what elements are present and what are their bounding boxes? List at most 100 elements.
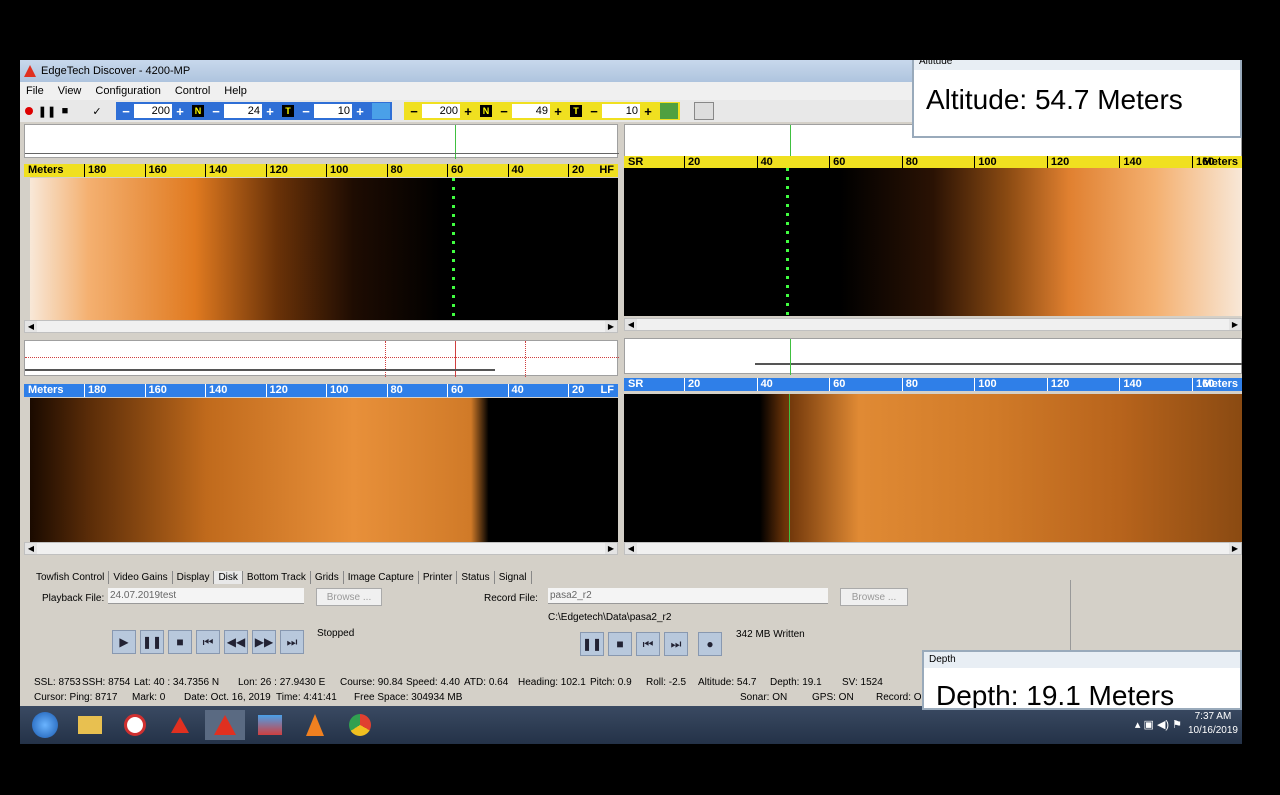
skip-end-icon: ⏭: [670, 636, 682, 651]
tray-icons[interactable]: ▴ ▣ ◀) ⚑: [1135, 718, 1182, 731]
lf-t-plus-button[interactable]: +: [640, 104, 656, 119]
lf-t-minus-button[interactable]: −: [586, 104, 602, 119]
hf-t-value[interactable]: 10: [314, 104, 352, 118]
lf-stbd-scrollbar[interactable]: ◀ ▶: [624, 542, 1242, 555]
hf-range-minus-button[interactable]: −: [118, 104, 134, 119]
menu-control[interactable]: Control: [169, 85, 218, 97]
hf-n-minus-button[interactable]: −: [208, 104, 224, 119]
menu-file[interactable]: File: [20, 85, 52, 97]
scroll-right-icon[interactable]: ▶: [1229, 319, 1241, 330]
record-button[interactable]: [20, 103, 38, 119]
menu-configuration[interactable]: Configuration: [89, 85, 168, 97]
hf-t-minus-button[interactable]: −: [298, 104, 314, 119]
menu-help[interactable]: Help: [218, 85, 255, 97]
taskbar-chrome[interactable]: [340, 710, 380, 740]
tab-signal[interactable]: Signal: [495, 571, 532, 584]
apply-button[interactable]: ✓: [88, 103, 106, 119]
taskbar-vlc[interactable]: [295, 710, 335, 740]
ruler-tick-label: 80: [386, 384, 403, 397]
edgetech-logo-icon: [24, 65, 36, 77]
record-prev-button[interactable]: ⏮: [636, 632, 660, 656]
scroll-left-icon[interactable]: ◀: [25, 543, 37, 554]
tab-image-capture[interactable]: Image Capture: [344, 571, 419, 584]
altitude-popup-value: Altitude: 54.7 Meters: [926, 84, 1183, 115]
sv-readout: SV: 1524: [842, 677, 883, 688]
record-dot-icon: ●: [706, 637, 714, 651]
hf-range-value[interactable]: 200: [134, 104, 172, 118]
lf-palette-icon[interactable]: [660, 103, 678, 119]
ruler-end-label: HF: [599, 164, 614, 176]
playback-rewind-button[interactable]: ◀◀: [224, 630, 248, 654]
playback-browse-button[interactable]: Browse ...: [316, 588, 382, 606]
scroll-right-icon[interactable]: ▶: [605, 321, 617, 332]
hf-n-plus-button[interactable]: +: [262, 104, 278, 119]
layout-grid-icon[interactable]: [694, 102, 714, 120]
lf-range-plus-button[interactable]: +: [460, 104, 476, 119]
record-pause-button[interactable]: ❚❚: [580, 632, 604, 656]
playback-file-field[interactable]: 24.07.2019test: [108, 588, 304, 604]
record-browse-button[interactable]: Browse ...: [840, 588, 908, 606]
hf-stbd-scrollbar[interactable]: ◀ ▶: [624, 318, 1242, 331]
play-icon: ▶: [119, 635, 129, 649]
record-start-button[interactable]: ●: [698, 632, 722, 656]
control-tabs: Towfish Control Video Gains Display Disk…: [32, 568, 532, 584]
ruler-tick-label: 60: [829, 378, 845, 391]
scroll-right-icon[interactable]: ▶: [1229, 543, 1241, 554]
lf-n-plus-button[interactable]: +: [550, 104, 566, 119]
lf-port-scrollbar[interactable]: ◀ ▶: [24, 542, 618, 555]
lf-t-value[interactable]: 10: [602, 104, 640, 118]
tab-grids[interactable]: Grids: [311, 571, 344, 584]
record-stop-button[interactable]: ■: [608, 632, 632, 656]
record-file-field[interactable]: pasa2_r2: [548, 588, 828, 604]
playback-last-button[interactable]: ⏭: [280, 630, 304, 654]
taskbar-target-app[interactable]: [115, 710, 155, 740]
lf-n-value[interactable]: 49: [512, 104, 550, 118]
system-clock[interactable]: 7:37 AM 10/16/2019: [1188, 710, 1238, 738]
tab-bottom-track[interactable]: Bottom Track: [243, 571, 311, 584]
scroll-left-icon[interactable]: ◀: [625, 543, 637, 554]
tab-video-gains[interactable]: Video Gains: [109, 571, 173, 584]
record-status: Record: O: [876, 692, 922, 703]
ssl-readout: SSL: 8753: [34, 677, 81, 688]
hf-range-plus-button[interactable]: +: [172, 104, 188, 119]
ruler-tick-label: 160: [144, 384, 167, 397]
hf-port-scrollbar[interactable]: ◀ ▶: [24, 320, 618, 333]
lf-range-value[interactable]: 200: [422, 104, 460, 118]
playback-pause-button[interactable]: ❚❚: [140, 630, 164, 654]
hf-palette-icon[interactable]: [372, 103, 390, 119]
taskbar-plot-app[interactable]: [250, 710, 290, 740]
menu-view[interactable]: View: [52, 85, 90, 97]
tab-disk[interactable]: Disk: [214, 571, 243, 584]
tab-status[interactable]: Status: [457, 571, 495, 584]
ruler-start-label: Meters: [28, 384, 64, 396]
altitude-popup[interactable]: Altitude Altitude: 54.7 Meters: [912, 60, 1242, 138]
tab-towfish-control[interactable]: Towfish Control: [32, 571, 110, 584]
lf-n-minus-button[interactable]: −: [496, 104, 512, 119]
pause-button[interactable]: ❚❚: [38, 103, 56, 119]
hf-port-range-ruler: Meters 180 160 140 120 100 80 60 40 20 HF: [24, 164, 618, 177]
scroll-left-icon[interactable]: ◀: [625, 319, 637, 330]
taskbar-edgetech-2[interactable]: [205, 710, 245, 740]
tab-printer[interactable]: Printer: [419, 571, 458, 584]
hf-t-plus-button[interactable]: +: [352, 104, 368, 119]
hf-n-value[interactable]: 24: [224, 104, 262, 118]
playback-first-button[interactable]: ⏮: [196, 630, 220, 654]
taskbar-edgetech-1[interactable]: [160, 710, 200, 740]
start-button[interactable]: [25, 710, 65, 740]
taskbar-explorer[interactable]: [70, 710, 110, 740]
vlc-icon: [306, 714, 324, 736]
scroll-right-icon[interactable]: ▶: [605, 543, 617, 554]
tab-display[interactable]: Display: [173, 571, 215, 584]
depth-popup[interactable]: Depth Depth: 19.1 Meters: [922, 650, 1242, 710]
windows-logo-icon: [32, 712, 58, 738]
playback-play-button[interactable]: ▶: [112, 630, 136, 654]
lf-range-minus-button[interactable]: −: [406, 104, 422, 119]
ruler-tick-label: 140: [1119, 378, 1142, 391]
playback-forward-button[interactable]: ▶▶: [252, 630, 276, 654]
scroll-left-icon[interactable]: ◀: [25, 321, 37, 332]
record-next-button[interactable]: ⏭: [664, 632, 688, 656]
stop-icon: ■: [176, 635, 184, 649]
skip-end-icon: ⏭: [286, 634, 298, 649]
playback-stop-button[interactable]: ■: [168, 630, 192, 654]
stop-button[interactable]: ■: [56, 103, 74, 119]
